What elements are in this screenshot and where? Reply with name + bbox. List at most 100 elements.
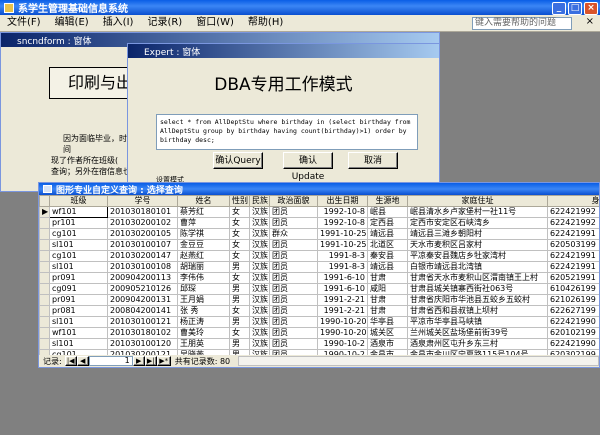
table-cell[interactable]: 610426199 — [547, 283, 599, 295]
table-cell[interactable]: 群众 — [269, 228, 318, 240]
table-cell[interactable]: 622421991 — [547, 228, 599, 240]
table-cell[interactable]: 女 — [229, 305, 250, 317]
table-cell[interactable]: 甘肃 — [367, 294, 408, 306]
table-cell[interactable]: 甘肃 — [367, 272, 408, 284]
table-cell[interactable]: 甘肃省西和县叔镇上坝村 — [407, 305, 548, 317]
column-header[interactable]: 学号 — [107, 195, 178, 207]
table-cell[interactable]: 甘肃省庆阳市华池县五蛟乡五蛟村 — [407, 294, 548, 306]
table-row[interactable]: cg101 201030200147 赵燕红女汉族 团员 1991-8-3 秦安县 平凉秦安… — [39, 250, 599, 262]
table-row[interactable]: pr081 200804200141 张 秀女汉族 团员 1991-2-21 甘肃 甘肃省西… — [39, 305, 599, 317]
table-cell[interactable]: 李伟伟 — [177, 272, 230, 284]
row-selector[interactable] — [39, 217, 50, 229]
table-cell[interactable]: 620503199 — [547, 239, 599, 251]
table-row[interactable]: sl101 201030100107 金豆豆女汉族 团员 1991-10-25 北道区 天水… — [39, 239, 599, 251]
table-cell[interactable]: 女 — [229, 327, 250, 339]
first-record-button[interactable]: |◀ — [64, 356, 77, 366]
table-cell[interactable]: 团员 — [269, 217, 318, 229]
table-cell[interactable]: 王朋英 — [177, 338, 230, 350]
table-cell[interactable]: 甘肃县城关镇寨西街社063号 — [407, 283, 548, 295]
table-cell[interactable]: pr101 — [49, 217, 108, 229]
table-cell[interactable]: 622627199 — [547, 305, 599, 317]
table-cell[interactable]: 王月娟 — [177, 294, 230, 306]
menu-edit[interactable]: 编辑(E) — [48, 15, 96, 31]
column-header[interactable]: 民族 — [249, 195, 270, 207]
table-cell[interactable]: 岷县 — [367, 206, 408, 218]
row-selector[interactable] — [39, 239, 50, 251]
table-cell[interactable]: 汉族 — [249, 261, 270, 273]
table-cell[interactable]: 1992-10-8 — [317, 217, 368, 229]
table-cell[interactable]: 女 — [229, 239, 250, 251]
table-cell[interactable]: cg101 — [49, 228, 108, 240]
table-cell[interactable]: 岷县清水乡卢家堡村一社11号 — [407, 206, 548, 218]
table-cell[interactable]: 汉族 — [249, 239, 270, 251]
row-selector[interactable] — [39, 228, 50, 240]
table-cell[interactable]: 定西市安定区石峡湾乡 — [407, 217, 548, 229]
table-cell[interactable]: 平凉市华亭县马峡镇 — [407, 316, 548, 328]
table-cell[interactable]: sl101 — [49, 261, 108, 273]
row-selector-header[interactable] — [39, 195, 50, 207]
table-cell[interactable]: 汉族 — [249, 283, 270, 295]
table-cell[interactable]: 汉族 — [249, 327, 270, 339]
table-cell[interactable]: 秦安县 — [367, 250, 408, 262]
table-cell[interactable]: 团员 — [269, 239, 318, 251]
column-header[interactable]: 出生日期 — [317, 195, 368, 207]
table-cell[interactable]: 1991-6-10 — [317, 283, 368, 295]
table-row[interactable]: pr101 201030200102 曹萍女汉族 团员 1992-10-8 定西县 定西市安… — [39, 217, 599, 229]
table-cell[interactable]: 1991-6-10 — [317, 272, 368, 284]
column-header[interactable]: 身份证 — [547, 195, 599, 207]
table-cell[interactable]: 团员 — [269, 272, 318, 284]
column-header[interactable]: 政治面貌 — [269, 195, 318, 207]
table-cell[interactable]: sl101 — [49, 338, 108, 350]
table-cell[interactable]: 甘肃 — [367, 305, 408, 317]
table-cell[interactable]: 咸阳 — [367, 283, 408, 295]
table-cell[interactable]: 女 — [229, 272, 250, 284]
table-cell[interactable]: 1991-10-25 — [317, 239, 368, 251]
table-cell[interactable]: 酒泉肃州区屯升乡东三村 — [407, 338, 548, 350]
table-row[interactable]: sl101 201030100120 王朋英男汉族 团员 1990-10-2 酒泉市 酒泉肃… — [39, 338, 599, 350]
mdi-close-icon[interactable]: × — [586, 16, 594, 27]
table-cell[interactable]: 汉族 — [249, 206, 270, 218]
cancel-button[interactable]: 取消 — [348, 152, 398, 169]
table-cell[interactable]: 200804200141 — [107, 305, 178, 317]
next-record-button[interactable]: ▶ — [132, 356, 145, 366]
column-header[interactable]: 班级 — [49, 195, 108, 207]
table-cell[interactable]: 622421990 — [547, 338, 599, 350]
table-cell[interactable]: 汉族 — [249, 316, 270, 328]
table-cell[interactable]: 男 — [229, 261, 250, 273]
table-cell[interactable]: 团员 — [269, 305, 318, 317]
table-cell[interactable]: 陈学祺 — [177, 228, 230, 240]
table-cell[interactable]: 平凉秦安县魏店乡牡家湾村 — [407, 250, 548, 262]
table-row[interactable]: wf101 201030180102 曹美玲女汉族 团员 1990-10-20 城关区 兰州… — [39, 327, 599, 339]
table-cell[interactable]: 金豆豆 — [177, 239, 230, 251]
table-cell[interactable]: 汉族 — [249, 228, 270, 240]
table-cell[interactable]: 621026199 — [547, 294, 599, 306]
column-header[interactable]: 生源地 — [367, 195, 408, 207]
table-row[interactable]: cg091 200905210126 邱琛男汉族 团员 1991-6-10 咸阳 甘肃县城关… — [39, 283, 599, 295]
table-cell[interactable]: 蔡芳红 — [177, 206, 230, 218]
table-cell[interactable]: 团员 — [269, 316, 318, 328]
table-cell[interactable]: 622421992 — [547, 206, 599, 218]
table-cell[interactable]: 201030200105 — [107, 228, 178, 240]
table-cell[interactable]: 1990-10-2 — [317, 338, 368, 350]
table-cell[interactable]: 男 — [229, 294, 250, 306]
table-cell[interactable]: 曹美玲 — [177, 327, 230, 339]
table-cell[interactable]: 杨正涛 — [177, 316, 230, 328]
table-cell[interactable]: 酒泉市 — [367, 338, 408, 350]
row-selector[interactable] — [39, 305, 50, 317]
record-number-input[interactable]: 1 — [88, 356, 133, 366]
table-cell[interactable]: 团员 — [269, 283, 318, 295]
table-cell[interactable]: 1991-8-3 — [317, 250, 368, 262]
menu-window[interactable]: 窗口(W) — [189, 15, 241, 31]
row-selector[interactable] — [39, 250, 50, 262]
table-cell[interactable]: 团员 — [269, 338, 318, 350]
table-cell[interactable]: 男 — [229, 316, 250, 328]
menu-help[interactable]: 帮助(H) — [241, 15, 290, 31]
table-cell[interactable]: 赵燕红 — [177, 250, 230, 262]
table-cell[interactable]: 201030100121 — [107, 316, 178, 328]
table-cell[interactable]: 靖远县 — [367, 228, 408, 240]
table-row[interactable]: ▶ wf101 201030180101 蔡芳红女汉族 团员 1992-10-8 岷县 岷县清… — [39, 206, 599, 218]
table-cell[interactable]: 男 — [229, 283, 250, 295]
table-cell[interactable]: 天水市麦积区吕家村 — [407, 239, 548, 251]
table-cell[interactable]: 622421992 — [547, 217, 599, 229]
menu-records[interactable]: 记录(R) — [140, 15, 189, 31]
